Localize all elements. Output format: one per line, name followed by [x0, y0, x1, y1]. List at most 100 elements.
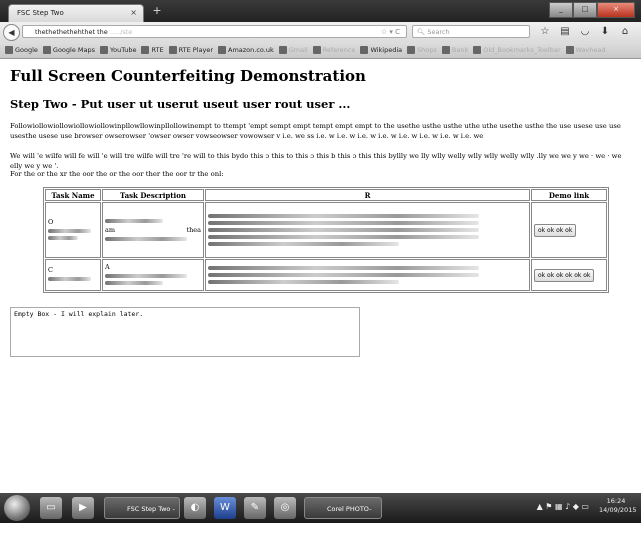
tray-icons[interactable]: ▲ ⚑ ▦ ♪ ◆ ▭ — [537, 502, 589, 511]
bookmark-item[interactable]: Wavhead — [565, 42, 606, 58]
bookmark-icon — [218, 46, 226, 54]
taskbar-task-corel[interactable]: Corel PHOTO-PAL... — [304, 497, 382, 535]
empty-box-textarea[interactable]: Empty Box - I will explain later. — [10, 307, 360, 357]
library-icon[interactable]: ▤ — [558, 24, 572, 39]
bookmark-label: Old_Bookmarks_Toolbar — [483, 46, 561, 54]
task-description-cell: A — [102, 259, 204, 291]
blurred-text — [48, 235, 78, 240]
bookmark-icon — [5, 46, 13, 54]
explorer-icon[interactable]: ▭ — [40, 497, 62, 519]
bookmark-icon — [42, 46, 51, 54]
bookmark-icon — [141, 46, 150, 54]
blurred-text — [105, 280, 163, 285]
second-paragraph: We will 'e wilfe will fe will 'e will tr… — [10, 152, 622, 170]
search-icon: 🔍︎ — [417, 28, 426, 36]
bookmark-item[interactable]: Google — [5, 42, 38, 58]
clock-date: 14/09/2015 — [599, 506, 637, 514]
blurred-text — [105, 237, 187, 241]
r-cell — [205, 202, 530, 258]
blurred-text — [208, 221, 480, 225]
bookmark-label: RTE Player — [178, 46, 213, 54]
url-bar-icons[interactable]: ☆ ▾ C — [381, 26, 400, 37]
bookmark-item[interactable]: Amazon.co.uk — [218, 42, 274, 58]
desc-word-am: am — [105, 226, 116, 234]
bookmark-label: Wikipedia — [370, 46, 403, 54]
bookmark-star-icon[interactable]: ☆ — [538, 24, 552, 39]
r-cell — [205, 259, 530, 291]
bookmark-icon — [565, 46, 574, 54]
desc-word-the: the — [186, 226, 198, 234]
bookmark-label: Wavhead — [575, 46, 606, 54]
taskbar-task-firefox[interactable]: FSC Step Two - M... — [104, 497, 180, 535]
tab-close-icon[interactable]: × — [130, 8, 137, 17]
minimize-button[interactable]: _ — [549, 2, 573, 18]
back-arrow-icon: ◀ — [8, 28, 15, 37]
bookmark-label: Google — [15, 46, 38, 54]
demo-link-button[interactable]: ok ok ok ok ok ok — [534, 268, 595, 282]
bookmark-icon — [100, 46, 109, 54]
bookmark-label: Bank — [451, 46, 469, 54]
bookmark-item[interactable]: Reference — [312, 42, 355, 58]
blurred-text — [105, 273, 187, 278]
bookmark-icon — [312, 46, 321, 54]
bookmark-label: Shops — [417, 46, 437, 54]
bookmark-item[interactable]: RTE — [141, 42, 164, 58]
table-header-row: Task Name Task Description R Demo link — [45, 189, 607, 201]
browser-tab[interactable]: FSC Step Two × — [8, 4, 144, 22]
home-icon[interactable]: ⌂ — [618, 24, 632, 39]
blurred-text — [208, 242, 400, 246]
bookmark-item[interactable]: Old_Bookmarks_Toolbar — [473, 42, 561, 58]
bookmark-icon — [360, 46, 369, 54]
tasks-table: Task Name Task Description R Demo link O… — [43, 187, 609, 293]
bookmark-item[interactable]: Wikipedia — [360, 42, 402, 58]
toolbar-icons: ☆ ▤ ◡ ⬇ ⌂ ≡ — [538, 24, 641, 39]
header-task-description: Task Description — [102, 189, 204, 201]
start-button[interactable] — [4, 495, 30, 521]
bookmark-icon — [441, 46, 450, 54]
media-player-icon[interactable]: ▶ — [72, 497, 94, 519]
task-name-text: O — [48, 217, 54, 226]
demo-link-button[interactable]: ok ok ok ok — [534, 223, 577, 237]
clock[interactable]: 16:24 14/09/2015 — [599, 497, 637, 515]
task-name-cell: C — [45, 259, 101, 291]
url-text: thethethethehthet the — [35, 28, 108, 36]
header-r: R — [205, 189, 530, 201]
intro-paragraph: Followiollowiollowiollowiollowinpllowllo… — [10, 122, 621, 140]
task-name-cell: O — [45, 202, 101, 258]
search-placeholder: Search — [427, 28, 450, 36]
close-window-button[interactable]: × — [597, 2, 635, 18]
blurred-text — [208, 280, 400, 284]
bookmark-item[interactable]: RTE Player — [168, 42, 213, 58]
maximize-button[interactable]: □ — [573, 2, 597, 18]
clock-time: 16:24 — [606, 497, 626, 505]
app-icon[interactable]: ◐ — [184, 497, 206, 519]
paint-icon[interactable]: ✎ — [244, 497, 266, 519]
word-icon[interactable]: W — [214, 497, 236, 519]
table-row: C A ok ok ok ok ok ok — [45, 259, 607, 291]
blurred-text — [208, 266, 480, 270]
bookmark-label: Amazon.co.uk — [228, 46, 274, 54]
bookmark-item[interactable]: Gmail — [278, 42, 308, 58]
url-bar[interactable]: thethethethehthet the ...../ste ☆ ▾ C — [22, 25, 407, 38]
bookmark-label: RTE — [151, 46, 164, 54]
page-content: Full Screen Counterfeiting Demonstration… — [0, 59, 641, 493]
bookmark-item[interactable]: Shops — [407, 42, 437, 58]
demo-link-cell: ok ok ok ok ok ok — [531, 259, 607, 291]
windows-taskbar: ▭ ▶ ◉ FSC Step Two - M... ◐ W ✎ ◎ Corel … — [0, 493, 641, 535]
new-tab-button[interactable]: + — [150, 4, 164, 18]
bookmark-item[interactable]: Bank — [441, 42, 469, 58]
table-row: O a am the ok ok ok ok — [45, 202, 607, 258]
back-button[interactable]: ◀ — [3, 24, 20, 41]
pocket-icon[interactable]: ◡ — [578, 24, 592, 39]
download-icon[interactable]: ⬇ — [598, 24, 612, 39]
search-input[interactable]: 🔍︎ Search — [412, 25, 530, 38]
desc-word-a: A — [105, 262, 110, 271]
bookmark-label: Google Maps — [52, 46, 96, 54]
task-name-text: C — [48, 266, 53, 274]
bookmark-item[interactable]: Google Maps — [42, 42, 96, 58]
bookmark-icon — [168, 46, 177, 54]
app-icon-2[interactable]: ◎ — [274, 497, 296, 519]
url-blurred-part: ...../ste — [109, 28, 133, 36]
bookmark-item[interactable]: YouTube — [100, 42, 136, 58]
header-task-name: Task Name — [45, 189, 101, 201]
